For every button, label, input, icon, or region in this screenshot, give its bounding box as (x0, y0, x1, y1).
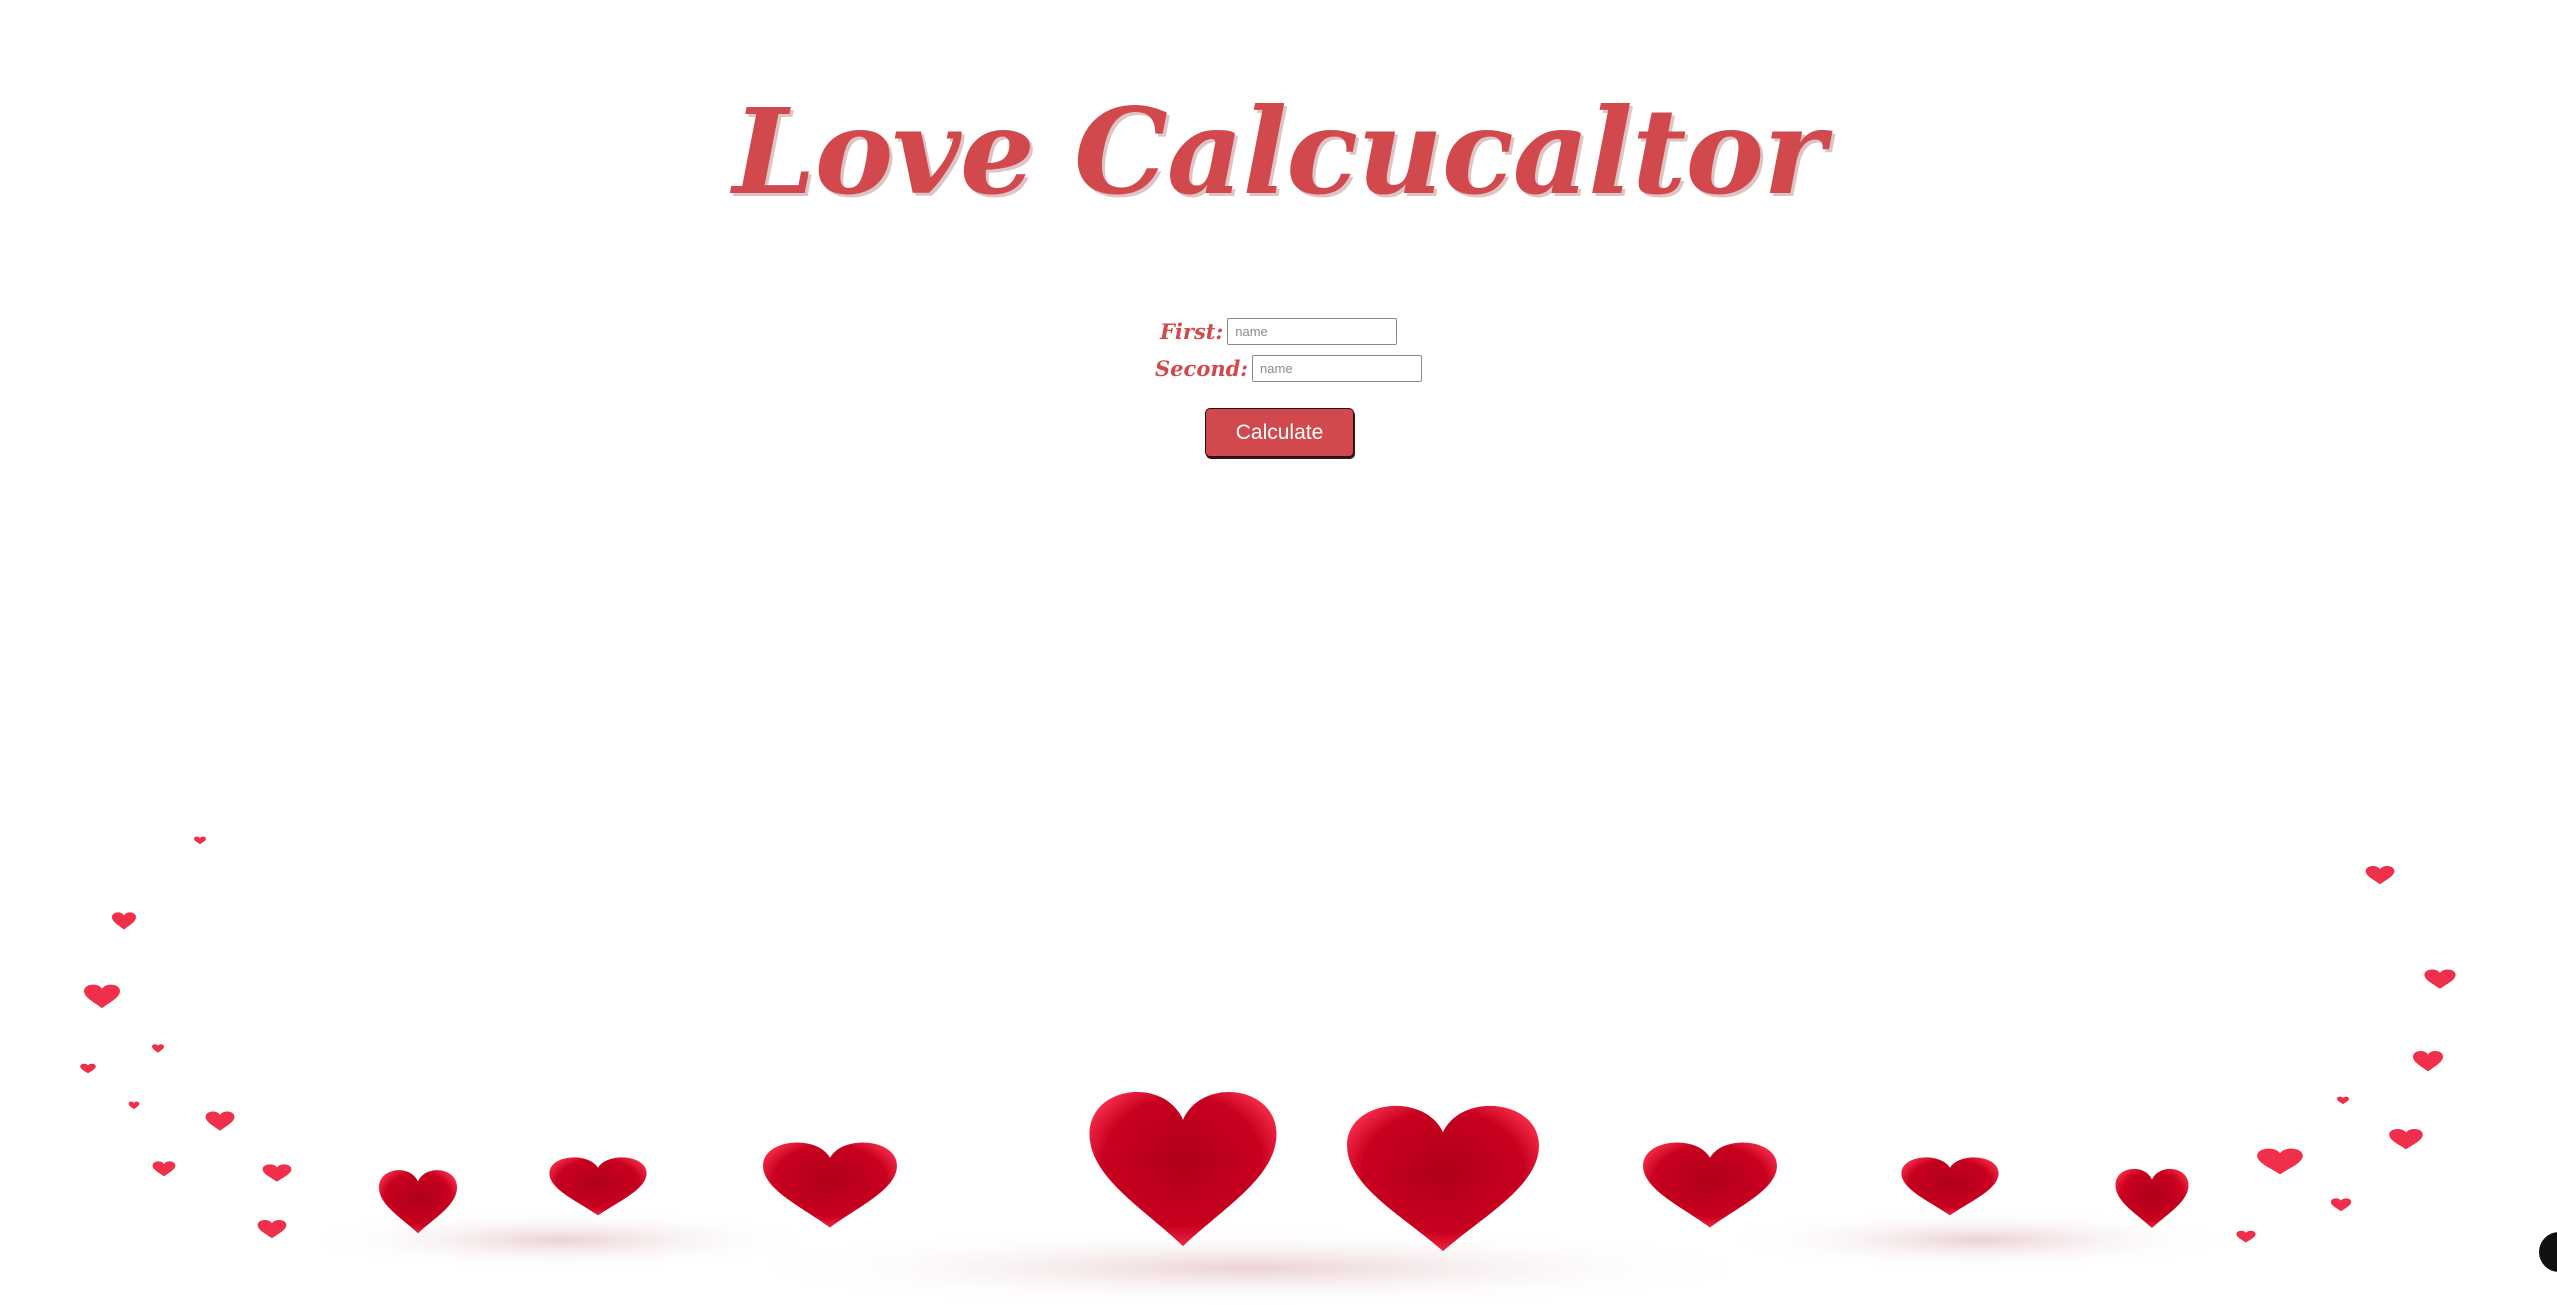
heart-icon (2330, 1198, 2352, 1212)
heart-icon (378, 1170, 458, 1234)
heart-icon (2257, 1148, 2303, 1175)
heart-icon (2115, 1168, 2189, 1229)
second-name-row: Second: (1155, 351, 1423, 385)
heart-icon (194, 836, 206, 845)
heart-icon (2413, 1050, 2443, 1072)
heart-icon (2337, 1096, 2349, 1105)
heart-icon (549, 1157, 647, 1216)
first-name-row: First: (1160, 314, 1398, 348)
heart-icon (152, 1044, 164, 1053)
hearts-shadow (730, 1228, 1770, 1305)
heart-icon (128, 1101, 140, 1110)
heart-icon (257, 1219, 287, 1239)
heart-icon (84, 984, 120, 1009)
first-name-input[interactable] (1227, 317, 1398, 345)
heart-icon (262, 1164, 292, 1182)
page: Love Calcucaltor First: Second: Calculat… (0, 0, 2557, 1305)
heart-icon (112, 912, 136, 930)
heart-icon (2365, 865, 2395, 885)
heart-icon (205, 1111, 235, 1131)
hearts-shadow (1720, 1210, 2240, 1270)
heart-icon (2389, 1128, 2423, 1150)
heart-icon (1347, 1105, 1539, 1252)
first-label: First: (1160, 318, 1224, 344)
heart-icon (2424, 969, 2456, 989)
second-name-input[interactable] (1252, 354, 1423, 382)
heart-icon (1901, 1157, 1999, 1216)
heart-icon (1643, 1142, 1777, 1228)
heart-icon (152, 1161, 176, 1177)
heart-icon (2236, 1230, 2256, 1243)
hearts-shadow (300, 1210, 820, 1270)
heart-icon (763, 1142, 897, 1228)
circle-icon[interactable] (2539, 1232, 2557, 1272)
second-label: Second: (1155, 355, 1249, 381)
heart-icon (80, 1063, 96, 1074)
page-title: Love Calcucaltor (732, 82, 1826, 221)
calculate-button[interactable]: Calculate (1205, 408, 1354, 457)
heart-icon (1089, 1092, 1277, 1247)
